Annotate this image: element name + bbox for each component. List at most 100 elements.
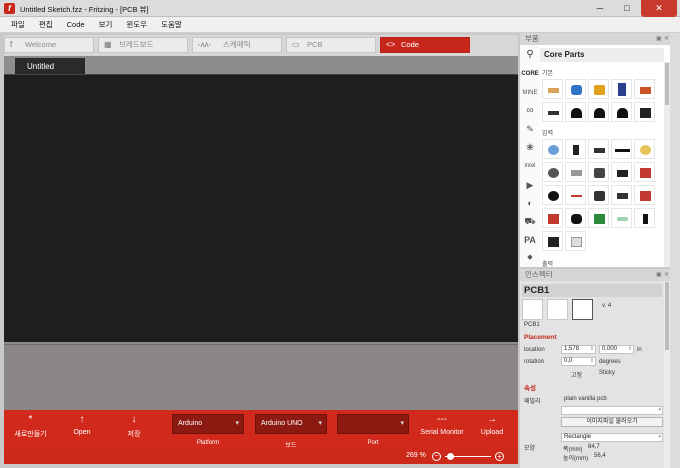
width-value[interactable]: 84,7 xyxy=(588,444,600,450)
microphone-icon xyxy=(548,191,559,201)
close-button[interactable]: ✕ xyxy=(641,0,677,17)
view-tab-bar: f Welcome ▦ 브레드보드 -ᴧᴧ- 스케메틱 ▭ PCB <> Cod… xyxy=(4,35,518,56)
console-output[interactable] xyxy=(4,344,518,410)
part-ir-receiver[interactable] xyxy=(565,208,586,228)
serial-monitor-button[interactable]: --- Serial Monitor xyxy=(414,413,470,436)
part-mystery[interactable] xyxy=(634,102,655,122)
maximize-button[interactable]: □ xyxy=(614,0,640,17)
zoom-slider-handle[interactable] xyxy=(447,453,454,460)
part-version: v. 4 xyxy=(602,303,612,309)
load-image-button[interactable]: 이미지파일 불러오기 xyxy=(561,417,663,427)
part-electrolytic-capacitor[interactable] xyxy=(611,79,632,99)
part-name: PCB1 xyxy=(524,322,540,328)
location-unit[interactable]: in xyxy=(637,347,642,353)
rotation-field[interactable]: 0,0 ⇕ xyxy=(561,357,596,366)
menu-view[interactable]: 보기 xyxy=(92,17,120,33)
location-x-field[interactable]: 1,578 ⇕ xyxy=(561,345,596,354)
spin-icon[interactable]: ⇕ xyxy=(628,346,632,353)
part-accelerometer[interactable] xyxy=(634,185,655,205)
part-inductor[interactable] xyxy=(634,79,655,99)
part-transistor-n[interactable] xyxy=(611,102,632,122)
bin-core[interactable]: CORE xyxy=(521,67,539,81)
menu-edit[interactable]: 편집 xyxy=(32,17,60,33)
bin-arduino-icon[interactable]: ∞ xyxy=(521,104,539,118)
part-photocell[interactable] xyxy=(542,162,563,182)
tab-welcome[interactable]: f Welcome xyxy=(4,37,94,53)
part-transistor-npn[interactable] xyxy=(565,102,586,122)
save-button[interactable]: ↓ 저장 xyxy=(116,413,152,439)
tab-code[interactable]: <> Code xyxy=(380,37,470,53)
part-piezo[interactable] xyxy=(634,139,655,159)
close-icon[interactable]: ✕ xyxy=(664,33,669,45)
part-tantalum-capacitor[interactable] xyxy=(588,79,609,99)
part-diode[interactable] xyxy=(542,102,563,122)
float-icon[interactable]: ▣ xyxy=(656,269,662,281)
locked-checkbox[interactable]: 고정 xyxy=(571,370,582,379)
shape-value: Rectangle xyxy=(564,434,592,440)
zoom-in-button[interactable]: + xyxy=(495,452,504,461)
search-icon[interactable]: ⚲ xyxy=(522,48,538,62)
part-sensor-board[interactable] xyxy=(634,162,655,182)
spin-icon[interactable]: ⇕ xyxy=(590,346,594,353)
minimize-button[interactable]: ─ xyxy=(587,0,613,17)
parts-scrollbar-thumb[interactable] xyxy=(665,63,669,105)
part-pushbutton[interactable] xyxy=(588,162,609,182)
part-transistor-p[interactable] xyxy=(588,102,609,122)
float-icon[interactable]: ▣ xyxy=(656,33,662,45)
bin-seeed-icon[interactable]: ❀ xyxy=(521,140,539,154)
part-green-board[interactable] xyxy=(588,208,609,228)
height-value[interactable]: 56,4 xyxy=(594,453,606,459)
platform-select[interactable]: Arduino xyxy=(172,414,244,434)
part-joystick[interactable] xyxy=(634,208,655,228)
bin-intel-icon[interactable]: intel xyxy=(521,159,539,173)
tab-schematic[interactable]: -ᴧᴧ- 스케메틱 xyxy=(192,37,282,53)
shape-label: 모양 xyxy=(524,446,536,452)
part-rotary-pot[interactable] xyxy=(565,139,586,159)
tab-pcb[interactable]: ▭ PCB xyxy=(286,37,376,53)
bin-more-icon[interactable]: ◆ xyxy=(521,251,539,265)
menu-code[interactable]: Code xyxy=(60,17,92,33)
bin-pa-icon[interactable]: PA xyxy=(521,233,539,247)
tab-label: Code xyxy=(401,40,419,49)
document-tab[interactable]: Untitled xyxy=(15,58,85,75)
inspector-scrollbar-thumb[interactable] xyxy=(665,282,669,350)
part-grid-board[interactable] xyxy=(565,231,586,251)
tab-breadboard[interactable]: ▦ 브레드보드 xyxy=(98,37,188,53)
shape-select[interactable]: Rectangle ▾ xyxy=(561,433,663,442)
image-select[interactable]: ▾ xyxy=(561,406,663,415)
part-potentiometer[interactable] xyxy=(542,139,563,159)
part-header[interactable] xyxy=(611,139,632,159)
close-icon[interactable]: ✕ xyxy=(664,269,669,281)
part-ceramic-capacitor[interactable] xyxy=(565,79,586,99)
sticky-checkbox[interactable]: Sticky xyxy=(599,370,615,376)
part-crystal[interactable] xyxy=(565,162,586,182)
part-slide-switch[interactable] xyxy=(588,139,609,159)
menu-help[interactable]: 도움말 xyxy=(154,17,189,33)
bin-mine[interactable]: MINE xyxy=(521,86,539,100)
part-microphone[interactable] xyxy=(542,185,563,205)
part-rfid[interactable] xyxy=(542,231,563,251)
code-editor[interactable] xyxy=(4,74,518,342)
port-select[interactable] xyxy=(337,414,409,434)
part-tilt-switch[interactable] xyxy=(611,162,632,182)
bin-contrib-icon[interactable]: ✎ xyxy=(521,122,539,136)
location-y-field[interactable]: 0,000 ⇕ xyxy=(599,345,634,354)
new-sketch-button[interactable]: * 새로만들기 xyxy=(8,413,53,439)
menu-file[interactable]: 파일 xyxy=(4,17,32,33)
spin-icon[interactable]: ⇕ xyxy=(590,358,594,365)
part-switch[interactable] xyxy=(611,185,632,205)
bin-robot-icon[interactable]: ⛟ xyxy=(521,214,539,228)
part-wire[interactable] xyxy=(565,185,586,205)
bin-play-icon[interactable]: ▶ xyxy=(521,178,539,192)
part-keypad[interactable] xyxy=(588,185,609,205)
upload-button[interactable]: → Upload xyxy=(474,413,510,436)
platform-label: Platform xyxy=(196,440,220,446)
part-breakout-red[interactable] xyxy=(542,208,563,228)
menu-window[interactable]: 윈도우 xyxy=(119,17,154,33)
open-button[interactable]: ↑ Open xyxy=(64,413,100,436)
zoom-out-button[interactable]: − xyxy=(432,452,441,461)
bin-snootlab-icon[interactable]: ◐ xyxy=(521,196,539,210)
part-reed-switch[interactable] xyxy=(611,208,632,228)
board-select[interactable]: Arduino UNO xyxy=(255,414,327,434)
part-resistor[interactable] xyxy=(542,79,563,99)
